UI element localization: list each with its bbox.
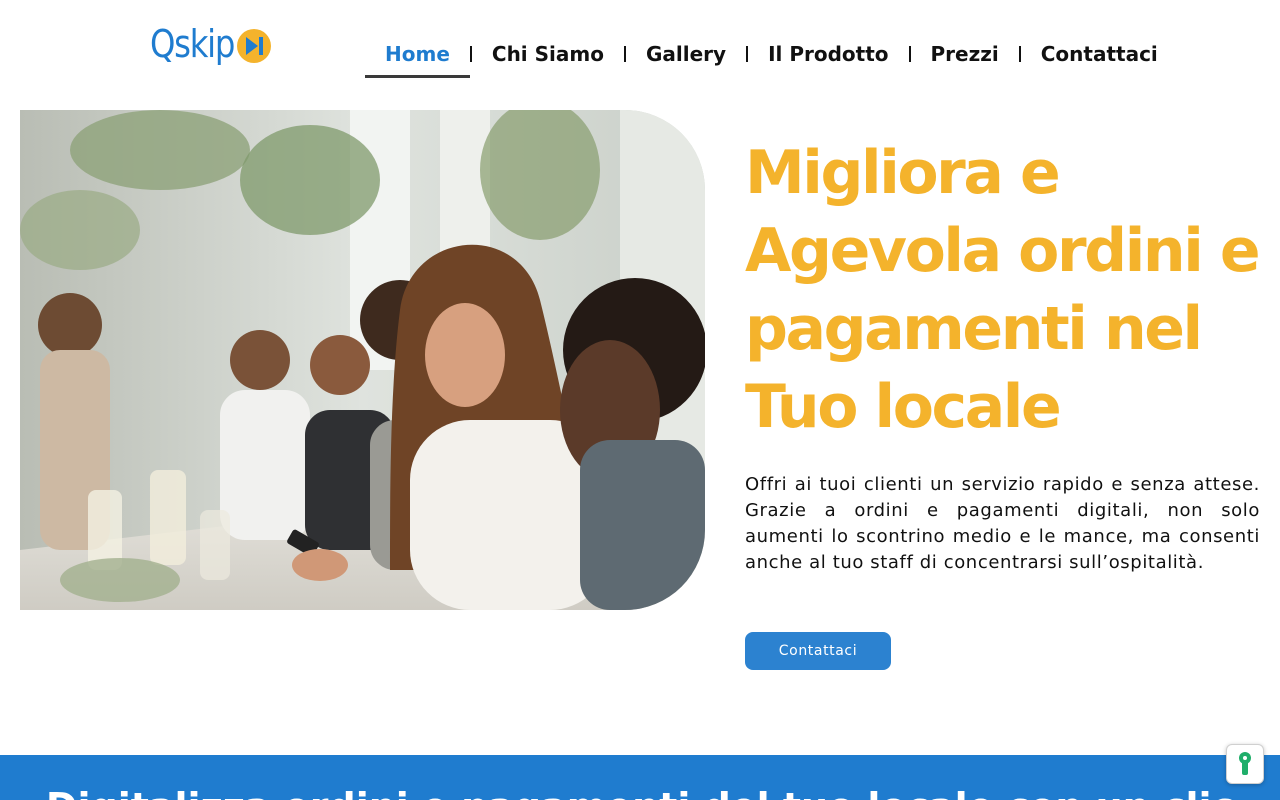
restaurant-photo-illustration bbox=[20, 110, 705, 610]
nav-item-home[interactable]: Home bbox=[365, 31, 470, 78]
main-nav: Home Chi Siamo Gallery Il Prodotto Prezz… bbox=[365, 30, 1178, 78]
contattaci-button[interactable]: Contattaci bbox=[745, 632, 891, 670]
feature-band: Digitalizza ordini e pagamenti del tuo l… bbox=[0, 755, 1280, 800]
logo-text: Qskip bbox=[150, 22, 235, 66]
hero-description: Offri ai tuoi clienti un servizio rapido… bbox=[745, 474, 1260, 573]
skip-forward-icon bbox=[237, 29, 271, 63]
keyhole-icon bbox=[1239, 752, 1251, 775]
band-title: Digitalizza ordini e pagamenti del tuo l… bbox=[0, 785, 1280, 800]
site-header: Qskip Home Chi Siamo Gallery Il Prodotto… bbox=[0, 0, 1280, 96]
hero-image bbox=[20, 110, 705, 610]
hero-title: Migliora e Agevola ordini e pagamenti ne… bbox=[745, 138, 1261, 442]
nav-item-contattaci[interactable]: Contattaci bbox=[1021, 31, 1178, 77]
nav-item-gallery[interactable]: Gallery bbox=[626, 31, 746, 77]
nav-item-prezzi[interactable]: Prezzi bbox=[911, 31, 1019, 77]
logo[interactable]: Qskip bbox=[150, 18, 271, 70]
cookie-settings-button[interactable] bbox=[1226, 744, 1264, 784]
nav-item-chi-siamo[interactable]: Chi Siamo bbox=[472, 31, 624, 77]
nav-item-il-prodotto[interactable]: Il Prodotto bbox=[748, 31, 908, 77]
